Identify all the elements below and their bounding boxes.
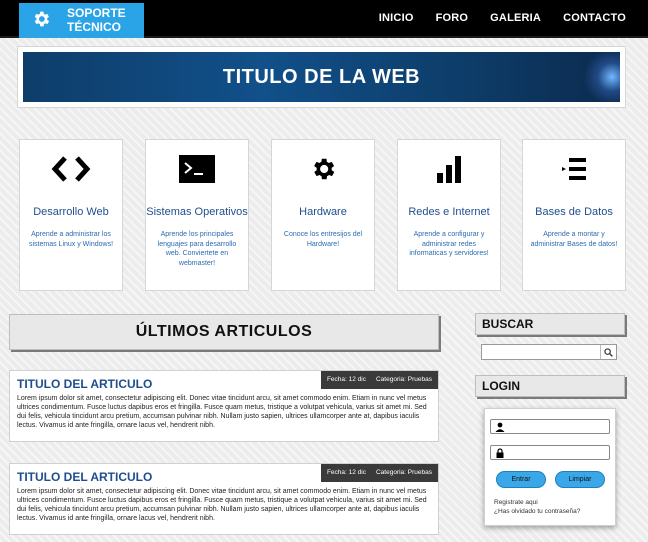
- article-date: Fecha: 12 dic: [326, 376, 366, 383]
- article-title[interactable]: TITULO DEL ARTICULO: [17, 377, 152, 391]
- nav-foro[interactable]: FORO: [436, 12, 469, 24]
- card-hardware[interactable]: Hardware Conoce los entresijos del Hardw…: [271, 139, 375, 291]
- card-bases-de-datos[interactable]: Bases de Datos Aprende a montar y admini…: [522, 139, 626, 291]
- lock-icon: [496, 448, 504, 458]
- card-desarrollo-web[interactable]: Desarrollo Web Aprende a administrar los…: [19, 139, 123, 291]
- password-field[interactable]: [490, 445, 610, 460]
- article-category: Categoria: Pruebas: [375, 469, 432, 476]
- article-meta: Fecha: 12 dic Categoria: Pruebas: [320, 371, 438, 389]
- card-redes-internet[interactable]: Redes e Internet Aprende a configurar y …: [397, 139, 501, 291]
- login-form: Entrar Limpiar Registrate aqui ¿Has olvi…: [484, 408, 616, 526]
- list-icon: [523, 154, 625, 184]
- search-title: BUSCAR: [475, 313, 625, 335]
- search-icon: [604, 347, 613, 357]
- card-description: Aprende a montar y administrar Bases de …: [530, 231, 618, 248]
- login-title: LOGIN: [475, 375, 625, 397]
- card-description: Aprende a configurar y administrar redes…: [409, 231, 489, 257]
- card-title: Sistemas Operativos: [146, 206, 248, 218]
- article-card: TITULO DEL ARTICULO Fecha: 12 dic Catego…: [9, 370, 439, 442]
- nav-galeria[interactable]: GALERIA: [490, 12, 541, 24]
- gear-icon: [272, 154, 374, 184]
- article-meta: Fecha: 12 dic Categoria: Pruebas: [320, 464, 438, 482]
- section-title: ÚLTIMOS ARTICULOS: [9, 314, 439, 350]
- article-category: Categoria: Pruebas: [375, 376, 432, 383]
- search-box: [481, 344, 617, 363]
- site-title: TITULO DE LA WEB: [222, 66, 421, 88]
- article-body: Lorem ipsum dolor sit amet, consectetur …: [17, 395, 427, 429]
- logo-text: SOPORTE TÉCNICO: [67, 6, 126, 34]
- top-navbar: SOPORTE TÉCNICO INICIO FORO GALERIA CONT…: [0, 0, 648, 38]
- article-title[interactable]: TITULO DEL ARTICULO: [17, 470, 152, 484]
- card-title: Bases de Datos: [535, 206, 613, 218]
- card-title: Hardware: [299, 206, 347, 218]
- site-logo[interactable]: SOPORTE TÉCNICO: [19, 3, 144, 38]
- card-description: Conoce los entresijos del Hardware!: [283, 231, 363, 248]
- article-date: Fecha: 12 dic: [326, 469, 366, 476]
- nav-contacto[interactable]: CONTACTO: [563, 12, 626, 24]
- card-sistemas-operativos[interactable]: Sistemas Operativos Aprende los principa…: [145, 139, 249, 291]
- article-body: Lorem ipsum dolor sit amet, consectetur …: [17, 488, 427, 522]
- nav-inicio[interactable]: INICIO: [379, 12, 414, 24]
- enter-button[interactable]: Entrar: [496, 471, 546, 488]
- register-link[interactable]: Registrate aqui: [494, 499, 580, 508]
- search-button[interactable]: [600, 345, 616, 359]
- forgot-password-link[interactable]: ¿Has olvidado tu contraseña?: [494, 508, 580, 517]
- card-description: Aprende los principales lenguajes para d…: [157, 231, 237, 267]
- banner-frame: TITULO DE LA WEB: [17, 46, 626, 108]
- main-nav: INICIO FORO GALERIA CONTACTO: [379, 12, 626, 24]
- clear-button[interactable]: Limpiar: [555, 471, 605, 488]
- username-input[interactable]: [507, 421, 607, 432]
- login-links: Registrate aqui ¿Has olvidado tu contras…: [494, 499, 580, 516]
- password-input[interactable]: [507, 447, 607, 458]
- gear-icon: [31, 9, 51, 29]
- username-field[interactable]: [490, 419, 610, 434]
- card-title: Desarrollo Web: [33, 206, 109, 218]
- search-input[interactable]: [482, 348, 600, 363]
- card-description: Aprende a administrar los sistemas Linux…: [28, 231, 114, 248]
- code-icon: [20, 154, 122, 184]
- user-icon: [495, 422, 505, 432]
- banner: TITULO DE LA WEB: [23, 52, 620, 102]
- card-title: Redes e Internet: [408, 206, 490, 218]
- signal-bars-icon: [398, 154, 500, 184]
- article-card: TITULO DEL ARTICULO Fecha: 12 dic Catego…: [9, 463, 439, 535]
- terminal-icon: [146, 154, 248, 184]
